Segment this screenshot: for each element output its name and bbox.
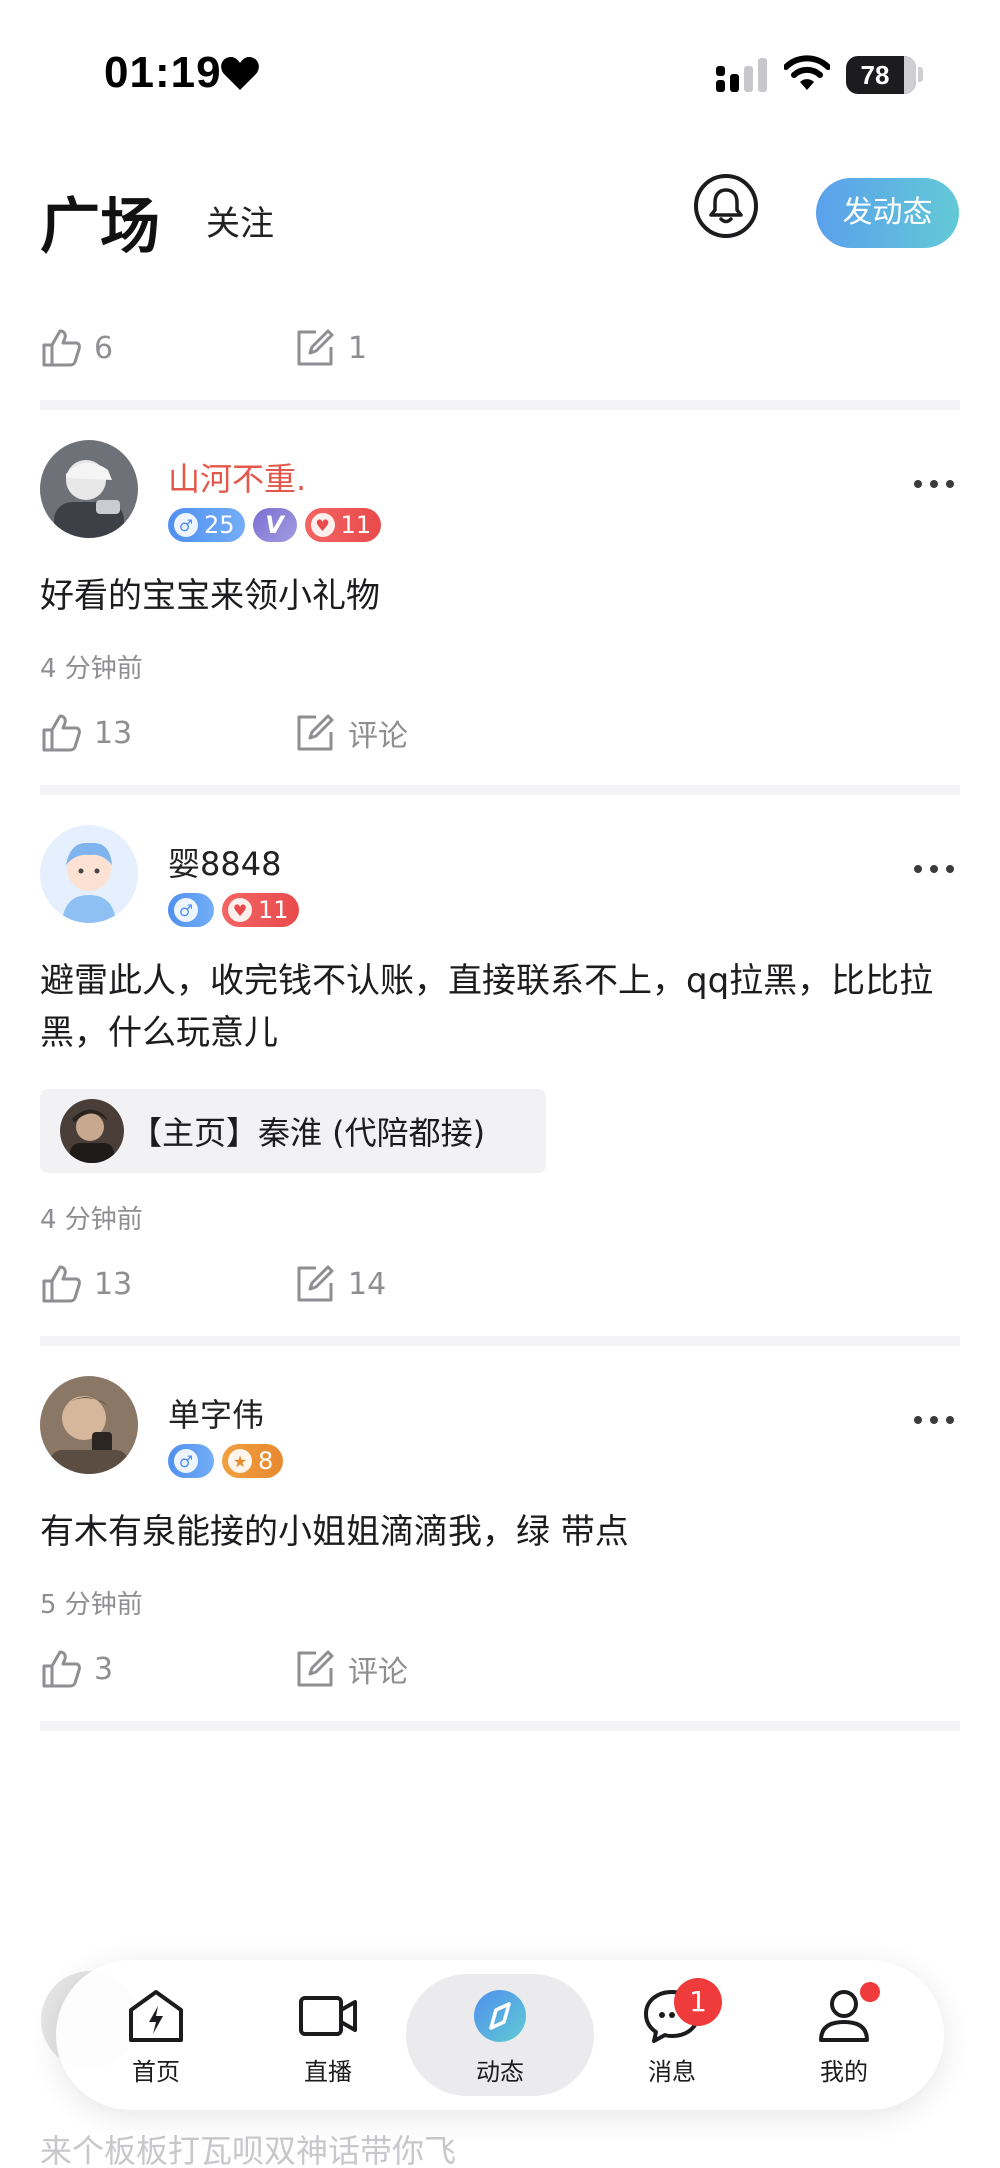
like-button[interactable]: 3 xyxy=(40,1645,113,1693)
post-card[interactable]: 单字伟 ♂ ★ 8 有木有泉能接的小姐姐滴滴我，绿 带点 5 分钟前 3 评论 xyxy=(0,1346,1000,1721)
linked-profile-label: 【主页】秦淮 (代陪都接) xyxy=(130,1114,486,1152)
post-actions: 13 评论 xyxy=(0,685,1000,785)
more-icon[interactable] xyxy=(914,480,954,488)
compass-icon xyxy=(474,1990,526,2042)
post-button[interactable]: 发动态 xyxy=(816,178,959,248)
tab-home-label: 首页 xyxy=(132,2058,180,2086)
like-icon xyxy=(42,329,81,367)
level-badge: ♂ xyxy=(168,893,214,927)
like-button[interactable]: 6 xyxy=(40,324,113,372)
feed: 6 1 山河不重. ♂25 V ♥11 好看的宝宝来领小礼物 4 分钟前 1 xyxy=(0,300,1000,1731)
signal-icon xyxy=(716,58,767,92)
battery-indicator: 78 xyxy=(846,56,916,94)
heart-badge: ♥ 11 xyxy=(222,893,299,927)
avatar[interactable] xyxy=(40,825,138,923)
avatar[interactable] xyxy=(40,440,138,538)
tab-messages-label: 消息 xyxy=(648,2058,696,2086)
comment-count: 1 xyxy=(348,330,368,366)
like-count: 13 xyxy=(94,715,133,751)
more-icon[interactable] xyxy=(914,1416,954,1424)
faded-post-text: 来个板板打瓦呗双神话带你飞 xyxy=(40,2132,457,2168)
header: 广场 关注 发动态 xyxy=(0,160,1000,270)
username[interactable]: 单字伟 xyxy=(168,1390,264,1436)
comment-button[interactable]: 评论 xyxy=(294,709,408,757)
user-badges: ♂ ♥ 11 xyxy=(168,893,299,927)
comment-button[interactable]: 1 xyxy=(294,324,367,372)
post-time: 5 分钟前 xyxy=(40,1590,143,1620)
linked-profile-card[interactable]: 【主页】秦淮 (代陪都接) xyxy=(40,1089,546,1173)
user-badges: ♂ ★ 8 xyxy=(168,1444,284,1478)
vip-badge: V xyxy=(252,508,297,542)
post-actions: 3 评论 xyxy=(0,1621,1000,1721)
comment-button[interactable]: 评论 xyxy=(294,1645,408,1693)
level-badge: ♂ 25 xyxy=(168,508,245,542)
message-count-badge: 1 xyxy=(674,1978,722,2026)
post-time: 4 分钟前 xyxy=(40,1205,143,1235)
level-badge: ♂ xyxy=(168,1444,214,1478)
post-card[interactable]: 山河不重. ♂ 25 V ♥ 11 好看的宝宝来领小礼物 4 分钟前 13 评论 xyxy=(0,410,1000,785)
comment-count: 14 xyxy=(348,1266,387,1302)
comment-icon xyxy=(297,329,334,366)
heart-badge: ♥ 11 xyxy=(304,508,382,542)
video-icon xyxy=(299,1996,357,2036)
post-actions: 6 1 xyxy=(0,300,1000,400)
comment-icon xyxy=(297,1650,334,1687)
tab-follow[interactable]: 关注 xyxy=(206,196,274,245)
user-badges: ♂ 25 V ♥ 11 xyxy=(168,508,382,542)
tab-messages[interactable]: 消息 1 xyxy=(612,1978,732,2098)
post-actions: 13 14 xyxy=(0,1236,1000,1336)
like-count: 6 xyxy=(94,330,114,366)
notification-dot xyxy=(860,1982,880,2002)
tab-live[interactable]: 直播 xyxy=(268,1988,388,2098)
tab-square[interactable]: 广场 xyxy=(40,178,160,265)
tab-home[interactable]: 首页 xyxy=(96,1988,216,2098)
post-text: 有木有泉能接的小姐姐滴滴我，绿 带点 xyxy=(40,1512,629,1552)
post-card[interactable]: 婴8848 ♂ ♥ 11 避雷此人，收完钱不认账，直接联系不上，qq拉黑，比比拉黑… xyxy=(0,795,1000,1336)
battery-level: 78 xyxy=(860,60,890,90)
comment-button[interactable]: 14 xyxy=(294,1260,386,1308)
post-time: 4 分钟前 xyxy=(40,654,143,684)
tab-moments[interactable]: 动态 xyxy=(440,1988,560,2098)
comment-icon xyxy=(297,1265,334,1302)
linked-avatar xyxy=(60,1099,124,1163)
status-bar: 01:19 78 xyxy=(0,0,1000,130)
post-text: 好看的宝宝来领小礼物 xyxy=(40,576,380,616)
comment-label: 评论 xyxy=(348,719,408,754)
like-button[interactable]: 13 xyxy=(40,1260,132,1308)
tab-live-label: 直播 xyxy=(304,2058,352,2086)
tab-mine[interactable]: 我的 xyxy=(784,1982,904,2098)
username[interactable]: 婴8848 xyxy=(168,839,281,885)
like-count: 3 xyxy=(94,1651,114,1687)
status-time: 01:19 xyxy=(104,48,222,97)
bottom-tab-bar: 首页 直播 动态 消息 1 我的 xyxy=(56,1960,944,2110)
battery-tip xyxy=(918,67,923,82)
divider xyxy=(40,785,960,795)
comment-icon xyxy=(297,714,334,751)
star-badge: ★ 8 xyxy=(222,1444,284,1478)
comment-label: 评论 xyxy=(348,1655,408,1690)
like-icon xyxy=(42,1265,81,1303)
like-icon xyxy=(42,1650,81,1688)
more-icon[interactable] xyxy=(914,865,954,873)
like-icon xyxy=(42,714,81,752)
notification-button[interactable] xyxy=(694,174,758,238)
tab-moments-label: 动态 xyxy=(476,2058,524,2086)
wifi-icon xyxy=(784,55,830,90)
divider xyxy=(40,400,960,410)
like-button[interactable]: 13 xyxy=(40,709,132,757)
bell-icon xyxy=(709,188,743,224)
tab-mine-label: 我的 xyxy=(820,2058,868,2086)
avatar[interactable] xyxy=(40,1376,138,1474)
post-text: 避雷此人，收完钱不认账，直接联系不上，qq拉黑，比比拉黑，什么玩意儿 xyxy=(40,961,934,1053)
username[interactable]: 山河不重. xyxy=(168,454,306,500)
divider xyxy=(40,1336,960,1346)
heart-icon xyxy=(221,57,259,90)
divider xyxy=(40,1721,960,1731)
like-count: 13 xyxy=(94,1266,133,1302)
home-icon xyxy=(129,1990,183,2042)
